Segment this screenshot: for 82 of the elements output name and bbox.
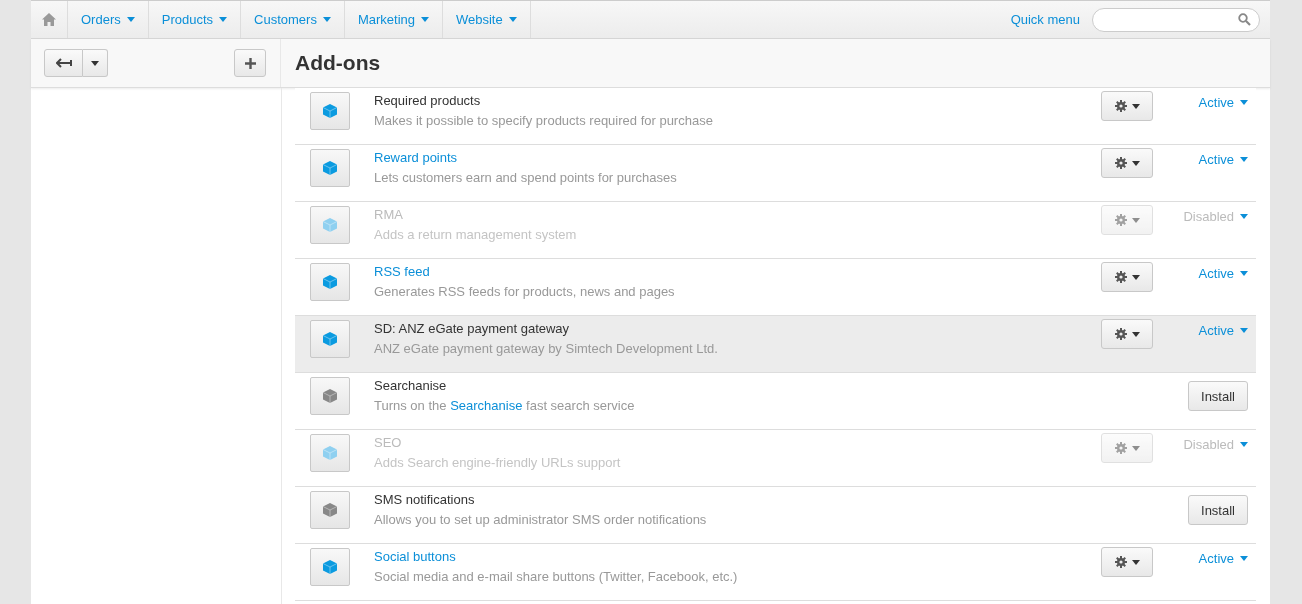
addon-description: Allows you to set up administrator SMS order notifications [374,512,708,528]
addon-description: Adds Search engine-friendly URLs support [374,455,622,471]
addon-name-link[interactable]: Reward points [374,150,1101,166]
caret-icon [1131,331,1140,337]
caret-icon [322,17,331,22]
addon-name: SEO [374,435,403,451]
cube-icon [323,332,337,346]
caret-icon [1131,445,1140,451]
caret-icon [1240,157,1248,162]
nav-menu-item[interactable]: Marketing [344,1,443,38]
addon-description: Turns on the Searchanise fast search service [374,398,636,414]
settings-button[interactable] [1101,91,1153,121]
caret-icon [1240,328,1248,333]
dropdown-button[interactable] [83,49,108,77]
search-field[interactable] [1092,7,1260,32]
plus-icon [244,57,256,69]
caret-icon [91,60,99,66]
addon-name-link[interactable]: Social buttons [374,549,1101,565]
quick-menu-link[interactable]: Quick menu [1010,12,1080,27]
nav-menu-item[interactable]: Customers [241,1,345,38]
addon-name-link[interactable]: RSS feed [374,264,1101,280]
addon-description: Generates RSS feeds for products, news and pages [374,284,676,300]
caret-icon [1131,160,1140,166]
add-button[interactable] [234,49,266,77]
addon-description: Makes it possible to specify products required for purchase [374,113,714,129]
settings-button[interactable] [1101,547,1153,577]
status-dropdown[interactable]: Active [1153,323,1248,338]
addon-description: Lets customers earn and spend points for purchases [374,170,678,186]
caret-icon [421,17,429,22]
install-button[interactable]: Install [1188,381,1248,411]
cube-icon [323,503,337,517]
addon-description: Adds a return management system [374,227,578,243]
caret-icon [1240,556,1248,561]
addon-description: ANZ eGate payment gateway by Simtech Development Ltd. [374,341,719,357]
caret-icon [1240,100,1248,105]
gear-icon [1114,271,1127,283]
gear-icon [1114,442,1127,454]
caret-icon [1131,103,1140,109]
home-icon[interactable] [42,13,56,26]
status-dropdown[interactable]: Active [1153,266,1248,281]
back-arrow-icon [55,58,72,68]
gear-icon [1114,214,1127,226]
description-link[interactable]: Searchanise [450,398,523,413]
cube-icon [323,275,337,289]
cube-icon [323,104,337,118]
cube-icon [323,446,337,460]
back-button[interactable] [44,49,83,77]
page-title: Add-ons [295,51,381,75]
addon-name: SD: ANZ eGate payment gateway [374,321,571,337]
search-icon [1238,13,1251,26]
addon-description: Social media and e-mail share buttons (Twitter, Facebook, etc.) [374,569,739,585]
settings-button[interactable] [1101,262,1153,292]
caret-icon [1240,214,1248,219]
status-dropdown[interactable]: Active [1153,95,1248,110]
caret-icon [1240,271,1248,276]
cube-icon [323,560,337,574]
caret-icon [1131,559,1140,565]
caret-icon [126,17,135,22]
status-dropdown[interactable]: Active [1153,152,1248,167]
addon-name: SMS notifications [374,492,476,508]
cube-icon [323,161,337,175]
nav-menu-item[interactable]: Products [148,1,242,38]
cube-icon [323,389,337,403]
caret-icon [1131,217,1140,223]
caret-icon [1131,274,1140,280]
nav-menu-item[interactable]: Website [443,1,531,38]
cube-icon [323,218,337,232]
caret-icon [508,17,517,22]
addon-name: RMA [374,207,404,223]
gear-icon [1114,328,1127,340]
status-dropdown[interactable]: Active [1153,551,1248,566]
nav-menu-item[interactable]: Orders [68,1,149,38]
addon-name: Searchanise [374,378,448,394]
caret-icon [1240,442,1248,447]
settings-button[interactable] [1101,319,1153,349]
gear-icon [1114,556,1127,568]
gear-icon [1114,100,1127,112]
caret-icon [219,17,228,22]
gear-icon [1114,157,1127,169]
addon-name: Required products [374,93,482,109]
settings-button[interactable] [1101,148,1153,178]
install-button[interactable]: Install [1188,495,1248,525]
